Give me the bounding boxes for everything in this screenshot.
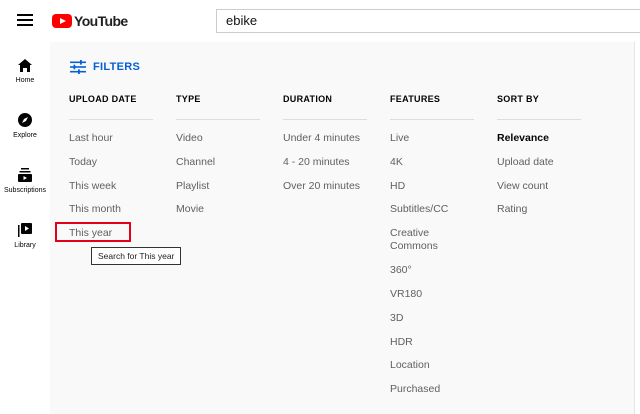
- divider: [390, 119, 474, 120]
- filter-option-this-week[interactable]: This week: [69, 180, 116, 192]
- menu-icon[interactable]: [17, 14, 33, 26]
- sidebar-item-label: Subscriptions: [3, 187, 47, 194]
- filter-option-last-hour[interactable]: Last hour: [69, 132, 113, 144]
- filter-option-hdr[interactable]: HDR: [390, 336, 413, 348]
- sidebar-item-explore[interactable]: Explore: [0, 112, 50, 139]
- filter-group-duration: DURATION Under 4 minutes 4 - 20 minutes …: [283, 94, 369, 192]
- sidebar-item-label: Home: [15, 77, 35, 84]
- sidebar-item-label: Library: [14, 242, 36, 249]
- filter-option-channel[interactable]: Channel: [176, 156, 215, 168]
- search-input[interactable]: ebike: [216, 9, 640, 33]
- filter-option-4-20-minutes[interactable]: 4 - 20 minutes: [283, 156, 350, 168]
- youtube-play-icon: [52, 14, 72, 28]
- sort-option-upload-date[interactable]: Upload date: [497, 156, 554, 168]
- filter-option-video[interactable]: Video: [176, 132, 203, 144]
- top-bar: YouTube ebike: [0, 0, 640, 42]
- filter-group-sort-by: SORT BY Relevance Upload date View count…: [497, 94, 583, 215]
- this-year-highlight-box: [55, 222, 131, 242]
- filter-group-heading: DURATION: [283, 94, 333, 104]
- filter-group-heading: SORT BY: [497, 94, 540, 104]
- filter-option-live[interactable]: Live: [390, 132, 409, 144]
- filter-group-type: TYPE Video Channel Playlist Movie: [176, 94, 262, 215]
- divider: [176, 119, 260, 120]
- filters-label: FILTERS: [93, 61, 141, 73]
- filter-option-movie[interactable]: Movie: [176, 203, 204, 215]
- filter-option-over-20-minutes[interactable]: Over 20 minutes: [283, 180, 360, 192]
- sort-option-relevance[interactable]: Relevance: [497, 132, 549, 144]
- divider: [69, 119, 153, 120]
- filter-option-vr180[interactable]: VR180: [390, 288, 422, 300]
- filter-option-today[interactable]: Today: [69, 156, 97, 168]
- filter-option-hd[interactable]: HD: [390, 180, 405, 192]
- filter-option-subtitles-cc[interactable]: Subtitles/CC: [390, 203, 448, 215]
- filter-group-heading: TYPE: [176, 94, 201, 104]
- sidebar-item-home[interactable]: Home: [0, 58, 50, 84]
- search-filters-panel: FILTERS UPLOAD DATE Last hour Today This…: [50, 42, 634, 414]
- right-panel-edge: [634, 42, 640, 414]
- filter-option-purchased[interactable]: Purchased: [390, 383, 440, 395]
- divider: [283, 119, 367, 120]
- filter-option-360[interactable]: 360°: [390, 264, 412, 276]
- filter-option-creative-commons-line2[interactable]: Commons: [390, 240, 438, 252]
- sidebar-item-subscriptions[interactable]: Subscriptions: [0, 167, 50, 194]
- filter-option-location[interactable]: Location: [390, 359, 430, 371]
- filter-option-under-4-minutes[interactable]: Under 4 minutes: [283, 132, 360, 144]
- sidebar-item-library[interactable]: Library: [0, 222, 50, 249]
- filter-option-3d[interactable]: 3D: [390, 312, 403, 324]
- sort-option-view-count[interactable]: View count: [497, 180, 548, 192]
- library-icon: [18, 223, 32, 237]
- divider: [497, 119, 581, 120]
- filters-button[interactable]: FILTERS: [70, 60, 140, 74]
- tooltip: Search for This year: [91, 247, 182, 265]
- filter-group-heading: FEATURES: [390, 94, 441, 104]
- filter-sliders-icon: [70, 60, 86, 74]
- filter-group-heading: UPLOAD DATE: [69, 94, 137, 104]
- compass-icon: [18, 113, 32, 127]
- youtube-logo[interactable]: YouTube: [52, 12, 128, 30]
- filter-option-creative-commons[interactable]: Creative: [390, 227, 429, 239]
- subscriptions-icon: [18, 168, 32, 182]
- filter-group-features: FEATURES Live 4K HD Subtitles/CC Creativ…: [390, 94, 476, 395]
- home-icon: [18, 59, 32, 72]
- filter-option-this-month[interactable]: This month: [69, 203, 121, 215]
- sort-option-rating[interactable]: Rating: [497, 203, 527, 215]
- filter-group-upload-date: UPLOAD DATE Last hour Today This week Th…: [69, 94, 155, 239]
- filter-option-4k[interactable]: 4K: [390, 156, 403, 168]
- filter-option-playlist[interactable]: Playlist: [176, 180, 209, 192]
- left-nav: Home Explore Subscriptions Library: [0, 42, 50, 414]
- sidebar-item-label: Explore: [13, 132, 37, 139]
- logo-text: YouTube: [74, 13, 128, 29]
